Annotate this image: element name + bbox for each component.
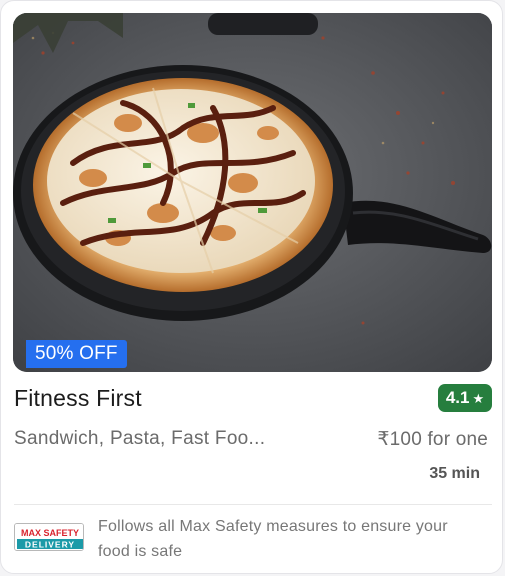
rating-badge: 4.1 ★ (438, 384, 492, 412)
restaurant-photo[interactable]: 50% OFF (13, 13, 492, 372)
pizza-image (13, 13, 492, 372)
rating-value: 4.1 (445, 388, 470, 407)
restaurant-name[interactable]: Fitness First (14, 385, 142, 412)
safety-logo-line2: DELIVERY (25, 540, 75, 550)
cost-for-one: ₹100 for one (377, 429, 488, 450)
safety-logo-line1: MAX SAFETY (21, 528, 79, 538)
discount-badge: 50% OFF (26, 340, 127, 368)
max-safety-logo: MAX SAFETY DELIVERY (14, 523, 84, 551)
divider (14, 504, 492, 505)
cuisine-list: Sandwich, Pasta, Fast Foo... (14, 428, 266, 449)
safety-message: Follows all Max Safety measures to ensur… (98, 518, 448, 560)
delivery-time: 35 min (429, 465, 480, 482)
star-icon: ★ (472, 390, 485, 406)
restaurant-card[interactable]: 50% OFF Fitness First 4.1 ★ Sandwich, Pa… (0, 0, 503, 574)
